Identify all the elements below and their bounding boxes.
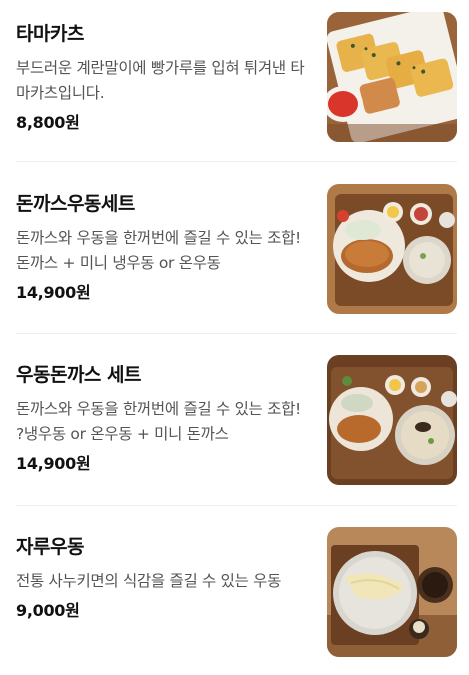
divider	[16, 505, 457, 506]
menu-item-donkatsu-udon-set[interactable]: 돈까스우동세트 돈까스와 우동을 한꺼번에 즐길 수 있는 조합! 돈까스 + …	[0, 184, 469, 356]
menu-item-thumbnail	[327, 527, 457, 657]
divider	[16, 161, 457, 162]
menu-item-thumbnail	[327, 184, 457, 314]
menu-item-name: 자루우동	[16, 536, 84, 558]
menu-item-price: 14,900원	[16, 454, 91, 473]
menu-list: 타마카츠 부드러운 계란말이에 빵가루를 입혀 튀겨낸 타마카츠입니다. 8,8…	[0, 0, 469, 675]
menu-item-info: 돈까스우동세트 돈까스와 우동을 한꺼번에 즐길 수 있는 조합! 돈까스 + …	[16, 192, 308, 304]
divider	[16, 333, 457, 334]
donkatsu-udon-set-photo	[327, 184, 457, 314]
menu-item-description: 돈까스와 우동을 한꺼번에 즐길 수 있는 조합! ?냉우동 or 온우동 + …	[16, 400, 301, 443]
menu-item-price: 9,000원	[16, 601, 80, 620]
menu-item-tamakatsu[interactable]: 타마카츠 부드러운 계란말이에 빵가루를 입혀 튀겨낸 타마카츠입니다. 8,8…	[0, 12, 469, 184]
menu-item-zaru-udon[interactable]: 자루우동 전통 사누키면의 식감을 즐길 수 있는 우동 9,000원	[0, 527, 469, 675]
menu-item-description: 전통 사누키면의 식감을 즐길 수 있는 우동	[16, 572, 282, 590]
menu-item-info: 우동돈까스 세트 돈까스와 우동을 한꺼번에 즐길 수 있는 조합! ?냉우동 …	[16, 363, 308, 475]
menu-item-price: 14,900원	[16, 283, 91, 302]
udon-donkatsu-set-photo	[327, 355, 457, 485]
menu-item-name: 우동돈까스 세트	[16, 364, 141, 386]
menu-item-description: 부드러운 계란말이에 빵가루를 입혀 튀겨낸 타마카츠입니다.	[16, 59, 305, 102]
menu-item-thumbnail	[327, 12, 457, 142]
menu-item-name: 돈까스우동세트	[16, 193, 135, 215]
menu-item-description: 돈까스와 우동을 한꺼번에 즐길 수 있는 조합! 돈까스 + 미니 냉우동 o…	[16, 229, 301, 272]
menu-item-udon-donkatsu-set[interactable]: 우동돈까스 세트 돈까스와 우동을 한꺼번에 즐길 수 있는 조합! ?냉우동 …	[0, 355, 469, 527]
menu-item-thumbnail	[327, 355, 457, 485]
menu-item-info: 타마카츠 부드러운 계란말이에 빵가루를 입혀 튀겨낸 타마카츠입니다. 8,8…	[16, 22, 308, 134]
zaru-udon-photo	[327, 527, 457, 657]
menu-item-price: 8,800원	[16, 113, 80, 132]
menu-item-name: 타마카츠	[16, 23, 84, 45]
tamakatsu-photo	[327, 12, 457, 142]
menu-item-info: 자루우동 전통 사누키면의 식감을 즐길 수 있는 우동 9,000원	[16, 535, 308, 622]
